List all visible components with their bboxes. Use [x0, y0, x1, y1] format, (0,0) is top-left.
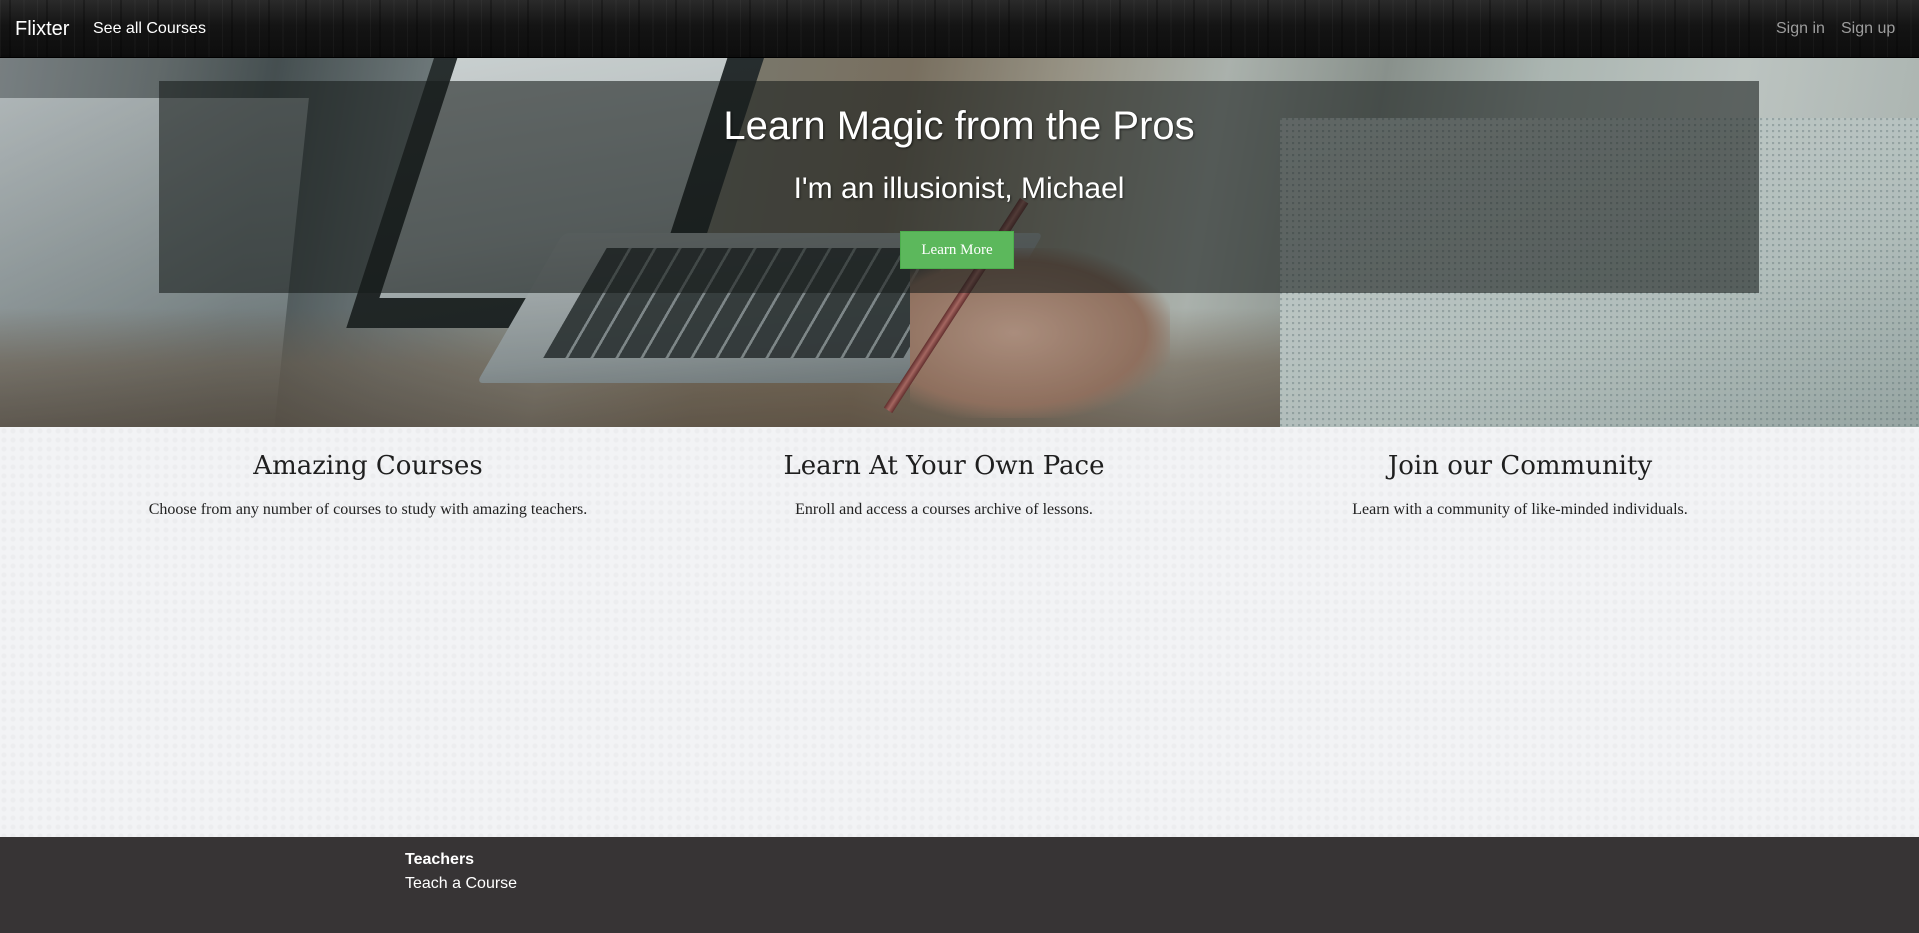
features-section: Amazing Courses Choose from any number o… [0, 427, 1919, 837]
hero-jumbotron: Learn Magic from the Pros I'm an illusio… [159, 81, 1759, 293]
feature-title: Learn At Your Own Pace [783, 451, 1105, 481]
feature-description: Enroll and access a courses archive of l… [795, 501, 1093, 518]
feature-own-pace: Learn At Your Own Pace Enroll and access… [634, 450, 1254, 520]
feature-community: Join our Community Learn with a communit… [1210, 450, 1830, 520]
footer-teachers-heading: Teachers [405, 851, 475, 868]
hero-subtitle: I'm an illusionist, Michael [793, 172, 1125, 205]
see-all-courses-link[interactable]: See all Courses [93, 19, 206, 39]
learn-more-button[interactable]: Learn More [900, 231, 1014, 269]
teach-a-course-link[interactable]: Teach a Course [405, 874, 517, 894]
feature-amazing-courses: Amazing Courses Choose from any number o… [58, 450, 678, 520]
sign-in-link[interactable]: Sign in [1776, 19, 1825, 39]
hero-banner: Learn Magic from the Pros I'm an illusio… [0, 58, 1919, 427]
feature-description: Choose from any number of courses to stu… [148, 501, 588, 518]
top-navbar: Flixter See all Courses Sign in Sign up [0, 0, 1919, 58]
sign-up-link[interactable]: Sign up [1841, 19, 1895, 39]
feature-description: Learn with a community of like-minded in… [1352, 501, 1688, 518]
page-footer: Teachers Teach a Course [0, 837, 1919, 933]
feature-title: Join our Community [1387, 451, 1653, 481]
hero-title: Learn Magic from the Pros [723, 104, 1195, 148]
brand-logo-link[interactable]: Flixter [15, 17, 69, 41]
feature-title: Amazing Courses [253, 451, 483, 481]
